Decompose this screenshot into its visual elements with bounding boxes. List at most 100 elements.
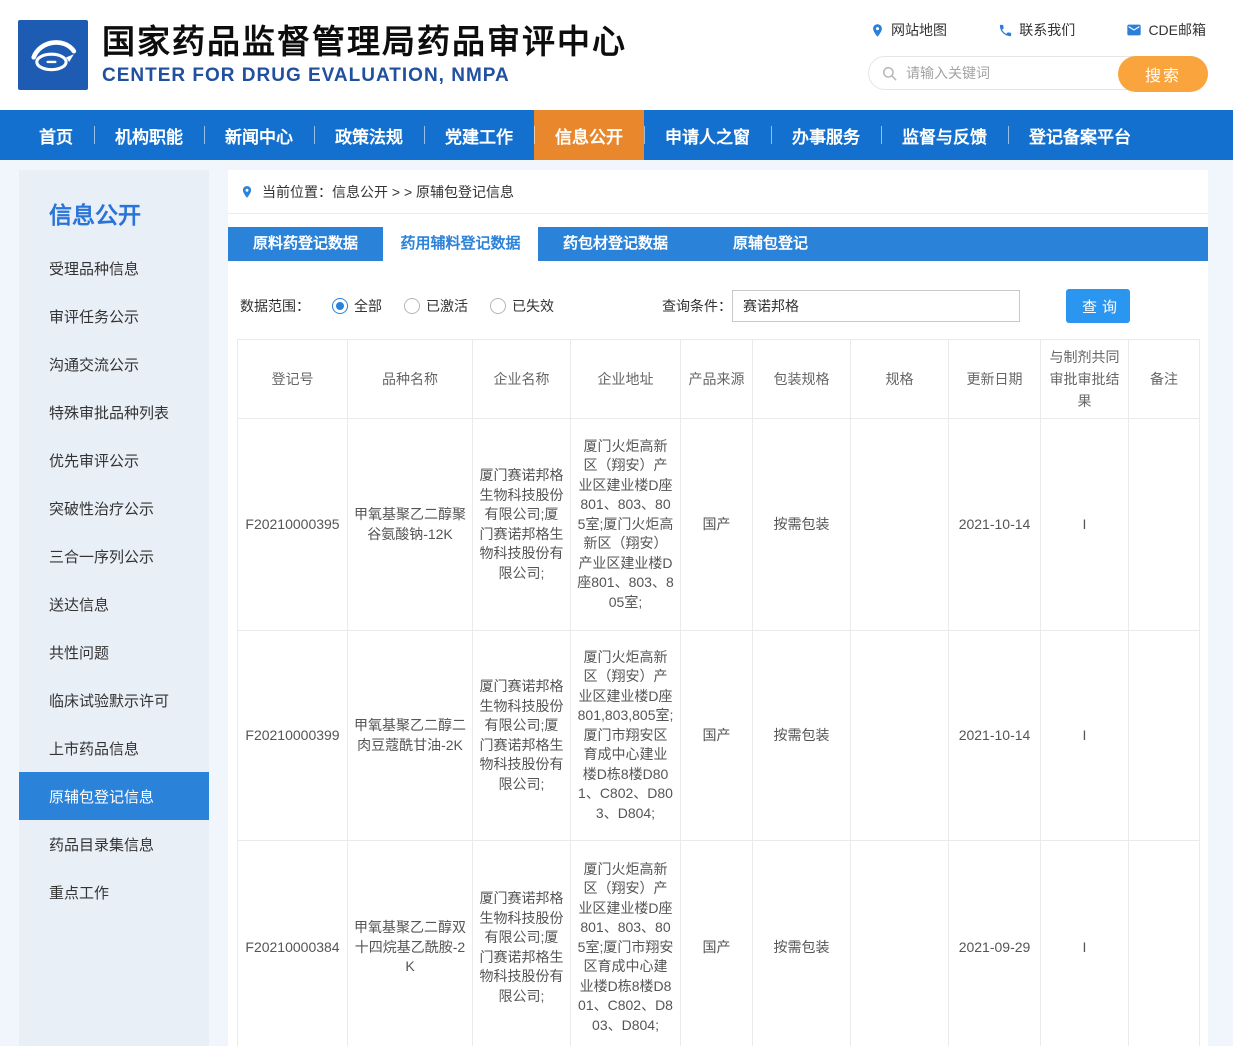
phone-icon [998, 23, 1013, 38]
table-cell: 国产 [681, 841, 753, 1046]
table-cell: F20210000399 [238, 631, 348, 841]
table-cell: 厦门赛诺邦格生物科技股份有限公司;厦门赛诺邦格生物科技股份有限公司; [473, 419, 571, 631]
sidebar-item-6[interactable]: 三合一序列公示 [19, 532, 209, 580]
tab-3[interactable]: 原辅包登记 [693, 227, 848, 261]
table-cell: 甲氧基聚乙二醇双十四烷基乙酰胺-2K [348, 841, 473, 1046]
table-body: F20210000395甲氧基聚乙二醇聚谷氨酸钠-12K厦门赛诺邦格生物科技股份… [238, 419, 1200, 1046]
location-pin-icon [240, 185, 254, 199]
table-row: F20210000384甲氧基聚乙二醇双十四烷基乙酰胺-2K厦门赛诺邦格生物科技… [238, 841, 1200, 1046]
sidebar-item-0[interactable]: 受理品种信息 [19, 244, 209, 292]
quick-links: 网站地图 联系我们 CDE邮箱 [868, 20, 1208, 40]
table-cell: 2021-10-14 [949, 631, 1041, 841]
scope-option-label: 已失效 [512, 296, 554, 316]
search-icon [881, 65, 898, 82]
header-search-bar: 搜索 [868, 56, 1208, 90]
table-cell [851, 419, 949, 631]
nav-item-2[interactable]: 新闻中心 [204, 110, 314, 160]
quick-link-label: 网站地图 [891, 20, 947, 40]
filter-row: 数据范围： 全部已激活已失效 查询条件： 查询 [228, 289, 1208, 323]
sidebar-item-3[interactable]: 特殊审批品种列表 [19, 388, 209, 436]
table-cell: 国产 [681, 419, 753, 631]
radio-checked-icon[interactable] [332, 298, 348, 314]
tab-2[interactable]: 药包材登记数据 [538, 227, 693, 261]
sidebar-item-8[interactable]: 共性问题 [19, 628, 209, 676]
header-search-button[interactable]: 搜索 [1118, 56, 1208, 92]
table-cell [851, 631, 949, 841]
table-cell: 厦门赛诺邦格生物科技股份有限公司;厦门赛诺邦格生物科技股份有限公司; [473, 841, 571, 1046]
table-cell [1129, 631, 1200, 841]
breadcrumb: 当前位置：信息公开 > > 原辅包登记信息 [228, 170, 1208, 214]
nav-item-6[interactable]: 申请人之窗 [644, 110, 771, 160]
cde-logo[interactable] [18, 20, 88, 90]
sidebar-item-1[interactable]: 审评任务公示 [19, 292, 209, 340]
table-cell: 厦门火炬高新区（翔安）产业区建业楼D座801、803、805室;厦门市翔安区育成… [571, 841, 681, 1046]
query-button[interactable]: 查询 [1066, 289, 1130, 323]
table-cell: 厦门火炬高新区（翔安）产业区建业楼D座801,803,805室;厦门市翔安区育成… [571, 631, 681, 841]
nav-item-8[interactable]: 监督与反馈 [881, 110, 1008, 160]
sidebar-item-12[interactable]: 药品目录集信息 [19, 820, 209, 868]
nav-item-9[interactable]: 登记备案平台 [1008, 110, 1152, 160]
column-header: 规格 [851, 340, 949, 419]
table-cell [1129, 419, 1200, 631]
table-cell: 2021-09-29 [949, 841, 1041, 1046]
quick-link-contact[interactable]: 联系我们 [998, 20, 1075, 40]
sidebar-item-11[interactable]: 原辅包登记信息 [19, 772, 209, 820]
tab-1[interactable]: 药用辅料登记数据 [383, 227, 538, 261]
body-area: 信息公开 受理品种信息审评任务公示沟通交流公示特殊审批品种列表优先审评公示突破性… [0, 160, 1233, 1046]
site-titles: 国家药品监督管理局药品审评中心 CENTER FOR DRUG EVALUATI… [102, 23, 627, 88]
pin-icon [870, 23, 885, 38]
scope-option-0[interactable]: 全部 [332, 296, 382, 316]
sidebar-menu: 受理品种信息审评任务公示沟通交流公示特殊审批品种列表优先审评公示突破性治疗公示三… [19, 244, 209, 916]
sidebar-item-2[interactable]: 沟通交流公示 [19, 340, 209, 388]
breadcrumb-text: 当前位置：信息公开 > > 原辅包登记信息 [262, 182, 514, 202]
sidebar-item-4[interactable]: 优先审评公示 [19, 436, 209, 484]
nav-item-1[interactable]: 机构职能 [94, 110, 204, 160]
quick-link-sitemap[interactable]: 网站地图 [870, 20, 947, 40]
nav-item-3[interactable]: 政策法规 [314, 110, 424, 160]
table-header-row: 登记号品种名称企业名称企业地址产品来源包装规格规格更新日期与制剂共同审批审批结果… [238, 340, 1200, 419]
column-header: 产品来源 [681, 340, 753, 419]
tab-0[interactable]: 原料药登记数据 [228, 227, 383, 261]
scope-option-1[interactable]: 已激活 [404, 296, 468, 316]
sidebar-item-7[interactable]: 送达信息 [19, 580, 209, 628]
nav-item-5[interactable]: 信息公开 [534, 110, 644, 160]
page: 国家药品监督管理局药品审评中心 CENTER FOR DRUG EVALUATI… [0, 0, 1233, 1046]
nav-item-7[interactable]: 办事服务 [771, 110, 881, 160]
table-cell [1129, 841, 1200, 1046]
table-cell: I [1041, 419, 1129, 631]
quick-link-label: CDE邮箱 [1148, 20, 1206, 40]
nav-item-0[interactable]: 首页 [18, 110, 94, 160]
sidebar-item-13[interactable]: 重点工作 [19, 868, 209, 916]
radio-unchecked-icon[interactable] [490, 298, 506, 314]
table-head: 登记号品种名称企业名称企业地址产品来源包装规格规格更新日期与制剂共同审批审批结果… [238, 340, 1200, 419]
sidebar-item-10[interactable]: 上市药品信息 [19, 724, 209, 772]
column-header: 备注 [1129, 340, 1200, 419]
nav-item-4[interactable]: 党建工作 [424, 110, 534, 160]
table-cell: 2021-10-14 [949, 419, 1041, 631]
radio-unchecked-icon[interactable] [404, 298, 420, 314]
results-table: 登记号品种名称企业名称企业地址产品来源包装规格规格更新日期与制剂共同审批审批结果… [237, 339, 1200, 1046]
mail-icon [1126, 22, 1142, 38]
quick-link-label: 联系我们 [1019, 20, 1075, 40]
table-row: F20210000399甲氧基聚乙二醇二肉豆蔻酰甘油-2K厦门赛诺邦格生物科技股… [238, 631, 1200, 841]
column-header: 企业地址 [571, 340, 681, 419]
table-cell: F20210000384 [238, 841, 348, 1046]
scope-option-label: 全部 [354, 296, 382, 316]
column-header: 包装规格 [753, 340, 851, 419]
column-header: 与制剂共同审批审批结果 [1041, 340, 1129, 419]
column-header: 更新日期 [949, 340, 1041, 419]
table-cell: I [1041, 841, 1129, 1046]
query-input[interactable] [732, 290, 1020, 322]
tab-bar: 原料药登记数据药用辅料登记数据药包材登记数据原辅包登记 [228, 227, 1208, 261]
table-cell: 国产 [681, 631, 753, 841]
quick-link-mail[interactable]: CDE邮箱 [1126, 20, 1206, 40]
site-header: 国家药品监督管理局药品审评中心 CENTER FOR DRUG EVALUATI… [0, 0, 1233, 110]
table-cell: 按需包装 [753, 419, 851, 631]
table-cell: 厦门火炬高新区（翔安）产业区建业楼D座801、803、805室;厦门火炬高新区（… [571, 419, 681, 631]
sidebar-item-9[interactable]: 临床试验默示许可 [19, 676, 209, 724]
table-row: F20210000395甲氧基聚乙二醇聚谷氨酸钠-12K厦门赛诺邦格生物科技股份… [238, 419, 1200, 631]
table-cell [851, 841, 949, 1046]
sidebar-item-5[interactable]: 突破性治疗公示 [19, 484, 209, 532]
query-label: 查询条件： [662, 296, 732, 316]
scope-option-2[interactable]: 已失效 [490, 296, 554, 316]
